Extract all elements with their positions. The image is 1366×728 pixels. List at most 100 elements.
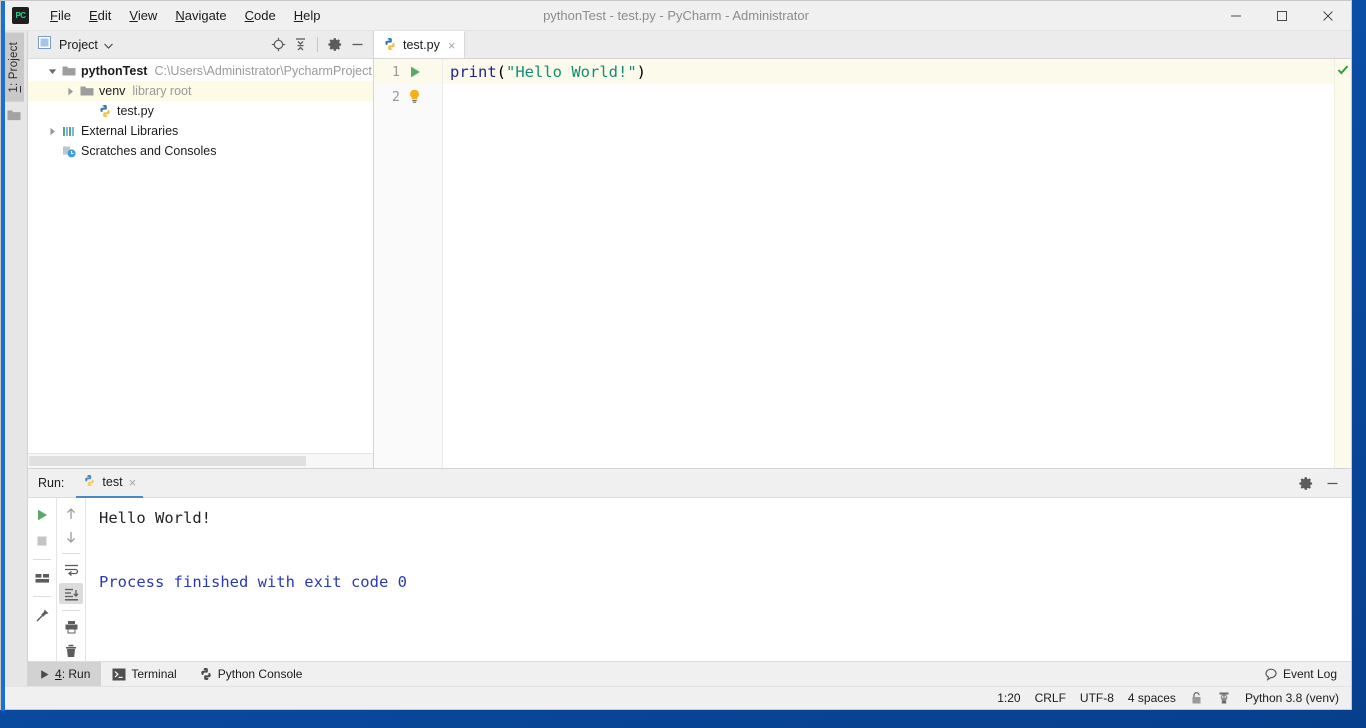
status-indent[interactable]: 4 spaces [1128, 691, 1176, 705]
run-configuration-tab[interactable]: test × [76, 469, 144, 498]
bottom-tab-terminal-label: Terminal [131, 667, 177, 681]
project-tree-hscrollbar-thumb[interactable] [29, 456, 306, 466]
scroll-to-end-icon[interactable] [59, 583, 83, 605]
console-exit-message: Process finished with exit code 0 [99, 573, 407, 591]
chevron-down-icon[interactable] [44, 67, 60, 76]
chevron-right-icon[interactable] [44, 127, 60, 136]
tree-node-venv[interactable]: venv library root [28, 81, 373, 101]
collapse-all-icon[interactable] [290, 35, 310, 55]
status-encoding[interactable]: UTF-8 [1080, 691, 1114, 705]
event-log-button[interactable]: Event Log [1265, 667, 1351, 681]
status-interpreter[interactable]: Python 3.8 (venv) [1245, 691, 1339, 705]
layout-icon[interactable] [30, 566, 54, 590]
code-line-1[interactable]: print("Hello World!") [443, 59, 1351, 84]
tree-node-detail: C:\Users\Administrator\PycharmProject [154, 64, 372, 78]
bottom-tab-run[interactable]: 4: Run [28, 662, 102, 686]
toolwindow-tab-project[interactable]: 1: Project [4, 33, 24, 102]
run-panel-body: Hello World! Process finished with exit c… [28, 498, 1351, 661]
tree-node-pythontest[interactable]: pythonTest C:\Users\Administrator\Pycharm… [28, 61, 373, 81]
up-icon[interactable] [59, 503, 83, 524]
project-tree[interactable]: pythonTest C:\Users\Administrator\Pycharm… [28, 59, 373, 453]
tree-node-label: Scratches and Consoles [81, 144, 217, 158]
status-line-separator[interactable]: CRLF [1035, 691, 1066, 705]
run-tab-close-icon[interactable]: × [129, 475, 137, 490]
intention-bulb-icon[interactable] [408, 89, 421, 104]
title-bar: PC File Edit View Navigate Code Help pythonTe… [1, 1, 1351, 31]
gutter-line-2[interactable]: 2 [374, 84, 442, 109]
print-icon[interactable] [59, 617, 83, 638]
code-token: ( [496, 62, 507, 81]
hide-panel-icon[interactable] [347, 35, 367, 55]
gutter-line-1[interactable]: 1 [374, 59, 442, 84]
run-console-output[interactable]: Hello World! Process finished with exit c… [85, 498, 1351, 661]
line-number: 1 [391, 63, 400, 80]
project-panel-header: Project [28, 31, 373, 59]
settings-icon[interactable] [1296, 473, 1316, 493]
soft-wrap-icon[interactable] [59, 560, 83, 581]
lock-icon[interactable] [1190, 691, 1203, 705]
bottom-tab-run-label: 4: Run [55, 667, 90, 681]
scratches-icon [60, 144, 78, 158]
bottom-tab-python-console[interactable]: Python Console [188, 662, 314, 686]
maximize-button[interactable] [1259, 1, 1305, 30]
project-tree-hscrollbar[interactable] [28, 453, 373, 468]
minimize-button[interactable] [1213, 1, 1259, 30]
hide-panel-icon[interactable] [1322, 473, 1342, 493]
menu-file[interactable]: File [41, 5, 80, 26]
content-area: Project pythonTest C:\Users\Administrato… [28, 30, 1351, 686]
upper-area: Project pythonTest C:\Users\Administrato… [28, 30, 1351, 468]
chevron-right-icon[interactable] [62, 87, 78, 96]
python-icon [199, 667, 213, 681]
tree-node-detail: library root [132, 84, 192, 98]
code-line-2[interactable] [443, 84, 1351, 109]
tree-node-external-libraries[interactable]: External Libraries [28, 121, 373, 141]
menu-navigate[interactable]: Navigate [166, 5, 235, 26]
toolwindow-tab-project-label: : Project [8, 42, 20, 86]
pin-icon[interactable] [30, 603, 54, 627]
toolbar-divider [62, 610, 80, 611]
menu-bar: File Edit View Navigate Code Help [41, 5, 329, 26]
python-file-icon [96, 104, 114, 118]
stop-icon[interactable] [30, 529, 54, 553]
folder-icon [78, 85, 96, 97]
down-icon[interactable] [59, 526, 83, 547]
run-arrow-icon[interactable] [408, 65, 422, 79]
bottom-tab-terminal[interactable]: Terminal [101, 662, 187, 686]
bottom-tab-run-mnemonic: 4 [55, 667, 62, 681]
menu-view[interactable]: View [120, 5, 166, 26]
tree-node-label: pythonTest [81, 64, 148, 78]
settings-icon[interactable] [325, 35, 345, 55]
editor-tab-test-py[interactable]: test.py × [374, 30, 466, 58]
rerun-icon[interactable] [30, 503, 54, 527]
status-caret-position[interactable]: 1:20 [997, 691, 1020, 705]
run-toolbar-secondary [56, 498, 85, 661]
project-panel-title: Project [59, 37, 98, 52]
run-panel-header: Run: test × [28, 469, 1351, 498]
project-view-chevron-down-icon[interactable] [103, 36, 113, 54]
code-editor[interactable]: 12 print("Hello World!") [374, 59, 1351, 468]
close-button[interactable] [1305, 1, 1351, 30]
editor-tab-close-icon[interactable]: × [446, 38, 458, 53]
window-left-accent-strip [1, 1, 5, 711]
tree-node-test-py[interactable]: test.py [28, 101, 373, 121]
ok-checkmark-icon[interactable] [1335, 59, 1351, 76]
clear-all-icon[interactable] [59, 640, 83, 661]
pycharm-logo-text: PC [15, 11, 26, 20]
menu-help[interactable]: Help [285, 5, 330, 26]
python-file-icon [383, 37, 397, 54]
locate-icon[interactable] [268, 35, 288, 55]
menu-edit[interactable]: Edit [80, 5, 120, 26]
folder-icon [60, 65, 78, 77]
menu-code[interactable]: Code [236, 5, 285, 26]
line-number: 2 [391, 88, 400, 105]
tree-node-scratches-and-consoles[interactable]: Scratches and Consoles [28, 141, 373, 161]
event-log-label: Event Log [1282, 667, 1337, 681]
code-text-area[interactable]: print("Hello World!") [443, 59, 1351, 468]
inspection-gutter[interactable] [1334, 59, 1351, 468]
toolbar-divider [317, 37, 318, 52]
structure-folder-icon[interactable] [7, 108, 21, 126]
inspection-level-icon[interactable] [1217, 691, 1231, 705]
editor-tab-bar: test.py × [374, 30, 1351, 59]
run-toolbar-primary [28, 498, 56, 661]
editor-gutter[interactable]: 12 [374, 59, 443, 468]
